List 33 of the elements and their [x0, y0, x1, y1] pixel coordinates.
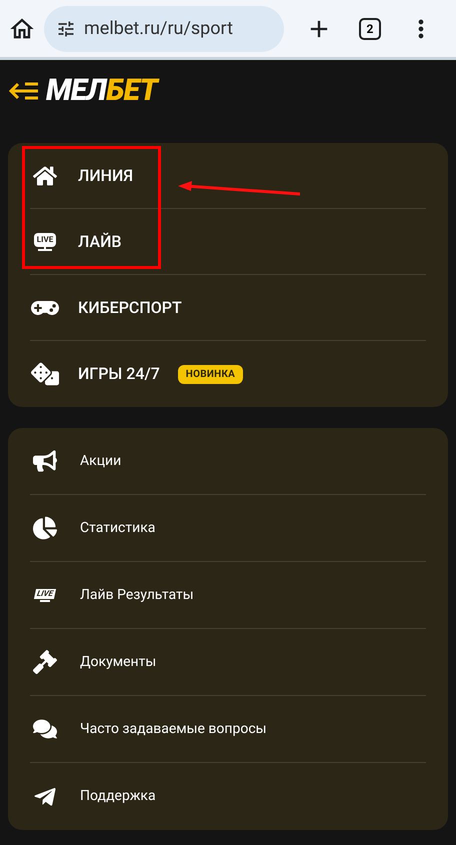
- menu-item[interactable]: LIVE Лайв Результаты: [30, 562, 426, 629]
- menu-item[interactable]: ИГРЫ 24/7 НОВИНКА: [30, 341, 426, 407]
- menu-label: Лайв Результаты: [80, 586, 194, 604]
- chat-bubbles-icon: [33, 717, 57, 741]
- menu-label: ЛАЙВ: [78, 230, 122, 252]
- menu-label: ЛИНИЯ: [78, 164, 134, 186]
- menu-item[interactable]: Часто задаваемые вопросы: [30, 696, 426, 763]
- live-sport-icon: LIVE: [32, 588, 58, 602]
- site-settings-icon[interactable]: [56, 18, 76, 38]
- pie-chart-icon: [33, 516, 57, 540]
- address-bar[interactable]: melbet.ru/ru/sport: [44, 6, 284, 52]
- menu-item[interactable]: LIVE ЛАЙВ: [30, 209, 426, 275]
- menu-item[interactable]: Документы: [30, 629, 426, 696]
- menu-label: Акции: [80, 452, 122, 470]
- menu-item[interactable]: Акции: [30, 428, 426, 495]
- menu-label: Документы: [80, 652, 156, 672]
- menu-item[interactable]: Поддержка: [30, 763, 426, 830]
- menu-item[interactable]: Статистика: [30, 495, 426, 562]
- menu-label: КИБЕРСПОРТ: [78, 296, 182, 318]
- megaphone-icon: [33, 449, 57, 473]
- menu-label: Статистика: [80, 518, 156, 538]
- collapse-menu-icon[interactable]: [8, 81, 38, 101]
- menu-item[interactable]: КИБЕРСПОРТ: [30, 275, 426, 341]
- dice-icon: [31, 360, 59, 388]
- menu-label: ИГРЫ 24/7: [78, 363, 160, 385]
- menu-item[interactable]: ЛИНИЯ: [30, 143, 426, 209]
- tab-switcher-button[interactable]: 2: [359, 18, 381, 40]
- new-badge: НОВИНКА: [178, 364, 244, 384]
- menu-label: Часто задаваемые вопросы: [80, 720, 267, 738]
- menu-label: Поддержка: [80, 787, 156, 806]
- logo[interactable]: МЕЛБЕТ: [46, 76, 158, 106]
- gavel-icon: [33, 650, 57, 674]
- home-icon: [33, 164, 57, 188]
